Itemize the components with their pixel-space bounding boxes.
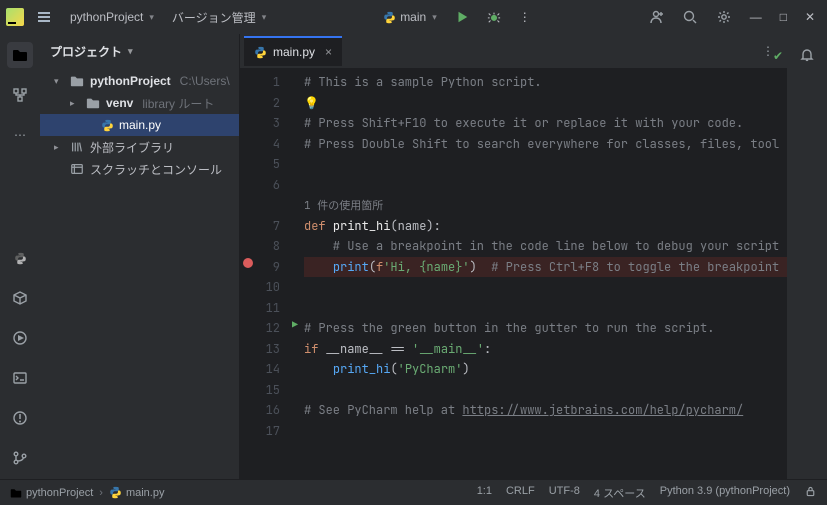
run-button[interactable]	[449, 6, 475, 28]
toolwindow-vcs-button[interactable]	[7, 445, 33, 471]
tree-venv[interactable]: ▸ venv library ルート	[40, 92, 239, 114]
left-toolstrip: ⋯	[0, 34, 40, 479]
vcs-menu[interactable]: バージョン管理▾	[166, 5, 272, 30]
tab-close-icon[interactable]: ×	[325, 45, 332, 59]
toolwindow-packages-button[interactable]	[7, 285, 33, 311]
inspection-ok-icon[interactable]: ✔	[773, 49, 783, 63]
window-maximize[interactable]: □	[774, 6, 793, 28]
toolwindow-terminal-button[interactable]	[7, 365, 33, 391]
titlebar: pythonProject▾ バージョン管理▾ main▾ ⋮ — □ ✕	[0, 0, 827, 34]
statusbar: pythonProject › main.py 1:1 CRLF UTF-8 4…	[0, 479, 827, 505]
run-gutter[interactable]: ▶	[286, 68, 304, 479]
debug-button[interactable]	[481, 6, 507, 28]
project-panel-header[interactable]: プロジェクト▾	[40, 34, 239, 68]
tab-label: main.py	[273, 45, 315, 59]
project-selector[interactable]: pythonProject▾	[64, 6, 160, 28]
tree-mainpy[interactable]: main.py	[40, 114, 239, 136]
navbar[interactable]: pythonProject › main.py	[10, 486, 164, 499]
project-tree: ▾ pythonProject C:\Users\ ▸ venv library…	[40, 68, 239, 479]
main-menu-button[interactable]	[30, 5, 58, 29]
toolwindow-python-console-button[interactable]	[7, 245, 33, 271]
tree-root[interactable]: ▾ pythonProject C:\Users\	[40, 70, 239, 92]
window-minimize[interactable]: —	[744, 6, 768, 28]
status-interpreter[interactable]: Python 3.9 (pythonProject)	[660, 485, 790, 501]
more-run-button[interactable]: ⋮	[513, 6, 537, 28]
window-close[interactable]: ✕	[799, 6, 821, 28]
tab-mainpy[interactable]: main.py ×	[244, 36, 342, 66]
settings-button[interactable]	[710, 5, 738, 29]
toolwindow-problems-button[interactable]	[7, 405, 33, 431]
search-everywhere-button[interactable]	[676, 5, 704, 29]
toolwindow-structure-button[interactable]	[7, 82, 33, 108]
code-lines[interactable]: # This is a sample Python script. 💡 # Pr…	[304, 68, 787, 479]
status-caret[interactable]: 1:1	[477, 485, 492, 501]
pycharm-logo-icon	[6, 8, 24, 26]
notifications-button[interactable]	[794, 42, 820, 68]
editor-tabs: main.py × ⋮	[240, 34, 787, 68]
code-with-me-button[interactable]	[642, 5, 670, 29]
usages-hint[interactable]: 1 件の使用箇所	[304, 197, 383, 213]
intention-bulb-icon[interactable]: 💡	[304, 95, 319, 111]
run-line-marker-icon[interactable]: ▶	[292, 318, 298, 331]
status-indent[interactable]: 4 スペース	[594, 485, 646, 501]
readonly-lock-icon[interactable]	[804, 485, 817, 501]
run-config-selector[interactable]: main▾	[377, 6, 443, 28]
status-encoding[interactable]: UTF-8	[549, 485, 580, 501]
toolwindow-project-button[interactable]	[7, 42, 33, 68]
tree-scratches[interactable]: スクラッチとコンソール	[40, 158, 239, 180]
project-panel: プロジェクト▾ ▾ pythonProject C:\Users\ ▸ venv…	[40, 34, 240, 479]
toolwindow-more-button[interactable]: ⋯	[7, 122, 33, 148]
breakpoint-gutter[interactable]	[240, 68, 256, 479]
code-editor[interactable]: 1 2 3 4 5 6 7 8 9 10 11 12 13 14 15 16	[240, 68, 787, 479]
breakpoint-icon[interactable]	[243, 258, 253, 268]
line-number-gutter: 1 2 3 4 5 6 7 8 9 10 11 12 13 14 15 16	[256, 68, 286, 479]
toolwindow-services-button[interactable]	[7, 325, 33, 351]
tree-external-libs[interactable]: ▸ 外部ライブラリ	[40, 136, 239, 158]
right-toolstrip	[787, 34, 827, 479]
status-eol[interactable]: CRLF	[506, 485, 535, 501]
